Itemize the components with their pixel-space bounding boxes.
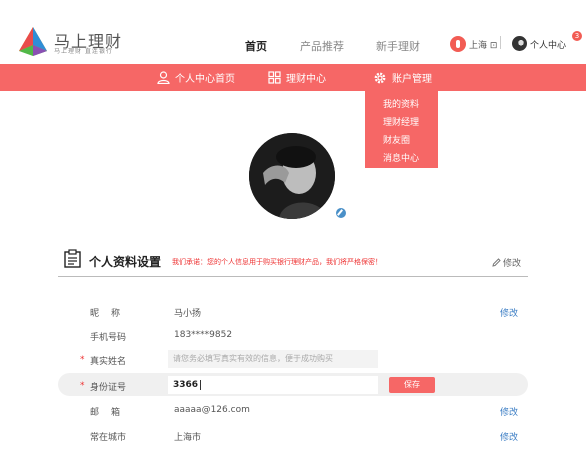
- notification-badge[interactable]: 3: [572, 31, 582, 41]
- city-edit-link[interactable]: 修改: [500, 430, 518, 443]
- email-label: 邮箱: [90, 408, 133, 418]
- id-number-label: 身份证号: [90, 383, 127, 393]
- required-star: *: [80, 381, 85, 391]
- pencil-icon: [492, 258, 501, 267]
- city-label: 常在城市: [90, 433, 127, 443]
- phone-label: 手机号码: [90, 333, 127, 343]
- privacy-notice: 我们承诺：您的个人信息用于购买银行理财产品，我们将严格保密！: [172, 258, 382, 266]
- phone-value: 183****9852: [174, 330, 233, 340]
- menu-user-center[interactable]: 个人中心首页: [157, 64, 235, 91]
- email-value: aaaaa@126.com: [174, 405, 250, 415]
- save-button[interactable]: 保存: [389, 377, 435, 393]
- menu-user-center-label: 个人中心首页: [175, 74, 235, 85]
- nav-beginner[interactable]: 新手理财: [376, 38, 420, 54]
- id-number-input[interactable]: 3366: [168, 376, 378, 394]
- section-title: 个人资料设置: [89, 255, 162, 269]
- location-icon: [450, 36, 466, 52]
- menu-account-management[interactable]: 账户管理: [373, 64, 432, 91]
- menu-account-management-label: 账户管理: [392, 74, 432, 85]
- edit-photo-icon[interactable]: [334, 206, 348, 220]
- location-selector[interactable]: 上海 ⊡: [469, 38, 497, 51]
- dropdown-item-finance-manager[interactable]: 理财经理: [365, 114, 438, 132]
- profile-photo: [249, 133, 335, 219]
- grid-icon: [268, 71, 281, 84]
- profile-photo-image: [249, 133, 335, 219]
- avatar[interactable]: [512, 36, 527, 51]
- section-divider: [58, 276, 528, 277]
- section-edit-button[interactable]: 修改: [492, 256, 521, 269]
- menu-bar: 个人中心首页 理财中心 账户管理: [0, 64, 586, 91]
- email-edit-link[interactable]: 修改: [500, 405, 518, 418]
- menu-finance-center[interactable]: 理财中心: [268, 64, 326, 91]
- logo-icon[interactable]: [17, 25, 49, 57]
- required-star: *: [80, 355, 85, 365]
- nav-home[interactable]: 首页: [245, 38, 267, 54]
- location-label: 上海: [469, 41, 488, 51]
- menu-finance-center-label: 理财中心: [286, 74, 326, 85]
- dropdown-item-my-profile[interactable]: 我的资料: [365, 96, 438, 114]
- nickname-edit-link[interactable]: 修改: [500, 306, 518, 319]
- dropdown-item-messages[interactable]: 消息中心: [365, 150, 438, 168]
- dropdown-item-friends-circle[interactable]: 财友圈: [365, 132, 438, 150]
- nickname-value: 马小扬: [174, 309, 202, 319]
- user-center-link[interactable]: 个人中心: [530, 38, 566, 51]
- clipboard-icon: [64, 249, 81, 268]
- real-name-label: 真实姓名: [90, 357, 127, 367]
- logo-subtitle: 马上理财 直连银行: [54, 48, 113, 55]
- gear-icon: [374, 72, 386, 83]
- section-edit-label: 修改: [503, 259, 522, 269]
- real-name-input[interactable]: 请您务必填写真实有效的信息，便于成功购买: [168, 350, 378, 368]
- city-value: 上海市: [174, 433, 202, 443]
- nav-products[interactable]: 产品推荐: [300, 38, 344, 54]
- header: 马上理财 马上理财 直连银行 首页 产品推荐 新手理财 上海 ⊡ 个人中心 3: [0, 0, 586, 64]
- account-dropdown: 我的资料 理财经理 财友圈 消息中心: [365, 91, 438, 168]
- user-icon: [157, 71, 170, 84]
- header-divider: [500, 36, 501, 49]
- nickname-label: 昵称: [90, 309, 133, 319]
